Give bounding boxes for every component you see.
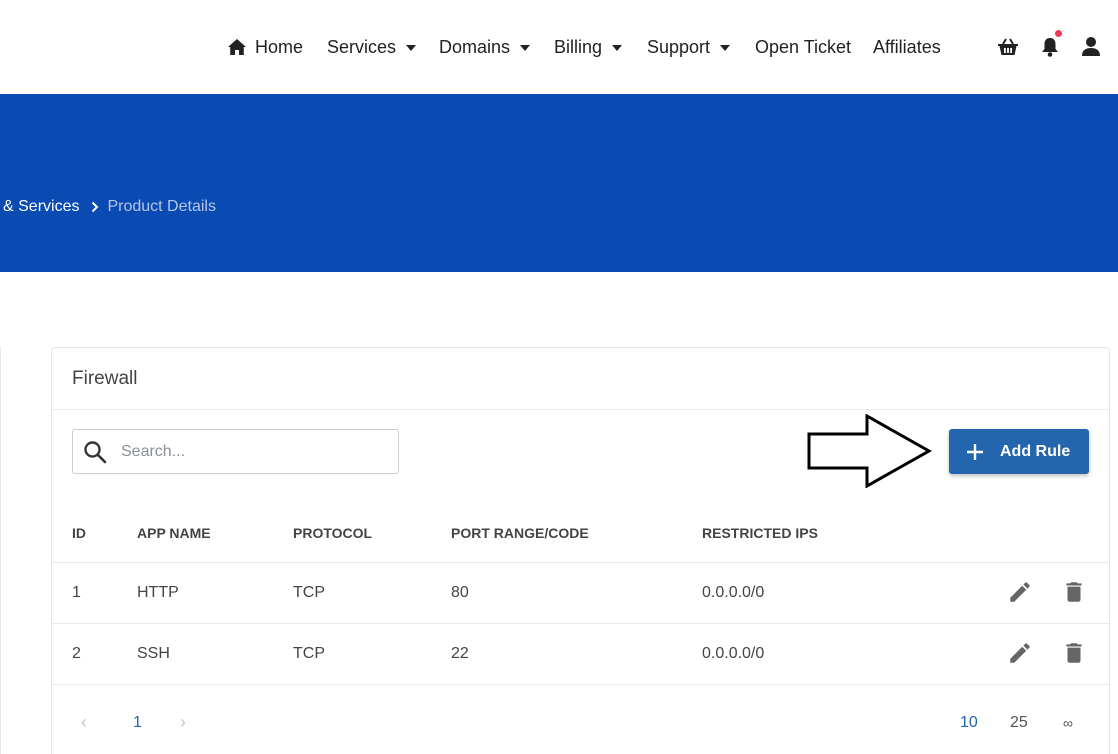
plus-icon: [967, 443, 983, 460]
chevron-right-icon: [92, 201, 99, 213]
cell-restricted-ips: 0.0.0.0/0: [702, 645, 765, 662]
top-navbar: Home Services Domains Billing Support Op…: [0, 0, 1118, 94]
nav-open-ticket[interactable]: Open Ticket: [755, 36, 851, 58]
cell-protocol: TCP: [293, 584, 325, 601]
next-page-icon[interactable]: ›: [180, 712, 186, 733]
add-rule-label: Add Rule: [1000, 442, 1071, 460]
chevron-down-icon: [720, 45, 731, 51]
cart-icon[interactable]: [997, 36, 1019, 58]
cell-port: 80: [451, 584, 469, 601]
user-icon[interactable]: [1081, 36, 1103, 58]
cell-app-name: HTTP: [137, 584, 179, 601]
card-title: Firewall: [72, 368, 138, 389]
home-icon: [228, 39, 246, 55]
main-menu: Home Services Domains Billing Support Op…: [0, 0, 1118, 94]
arrow-annotation-icon: [807, 414, 933, 488]
cell-port: 22: [451, 645, 469, 662]
search-box[interactable]: [72, 429, 399, 474]
chevron-down-icon: [406, 45, 417, 51]
page-number[interactable]: 1: [133, 714, 142, 732]
chevron-down-icon: [612, 45, 623, 51]
table-row: 2 SSH TCP 22 0.0.0.0/0: [52, 624, 1109, 685]
trash-icon[interactable]: [1061, 640, 1087, 666]
column-header-restricted-ips[interactable]: RESTRICTED IPS: [702, 525, 818, 541]
column-header-protocol[interactable]: PROTOCOL: [293, 525, 372, 541]
page-size-option[interactable]: ∞: [1063, 715, 1073, 731]
nav-home[interactable]: Home: [227, 36, 303, 58]
cell-protocol: TCP: [293, 645, 325, 662]
breadcrumb-current: Product Details: [107, 198, 216, 215]
nav-affiliates[interactable]: Affiliates: [873, 36, 941, 58]
cell-id: 1: [72, 584, 81, 601]
cell-app-name: SSH: [137, 645, 170, 662]
edit-icon[interactable]: [1007, 640, 1033, 666]
search-icon: [84, 440, 107, 463]
firewall-card: Firewall Add Rule ID APP NAME PROTOCOL P…: [51, 347, 1110, 754]
sidebar-edge: [0, 347, 1, 754]
divider: [52, 409, 1109, 410]
nav-open-ticket-label: Open Ticket: [755, 36, 852, 57]
edit-icon[interactable]: [1007, 579, 1033, 605]
page-size-option[interactable]: 25: [1010, 714, 1028, 732]
nav-affiliates-label: Affiliates: [873, 36, 941, 57]
column-header-port-range[interactable]: PORT RANGE/CODE: [451, 525, 589, 541]
nav-billing-label: Billing: [554, 36, 603, 57]
add-rule-button[interactable]: Add Rule: [949, 429, 1089, 474]
cell-id: 2: [72, 645, 81, 662]
column-header-id[interactable]: ID: [72, 525, 86, 541]
search-input[interactable]: [121, 442, 381, 461]
nav-support[interactable]: Support: [647, 36, 731, 58]
cell-restricted-ips: 0.0.0.0/0: [702, 584, 765, 601]
nav-home-label: Home: [255, 36, 304, 57]
nav-domains-label: Domains: [439, 36, 511, 57]
nav-support-label: Support: [647, 36, 711, 57]
nav-services-label: Services: [327, 36, 397, 57]
breadcrumb-parent[interactable]: & Services: [3, 198, 79, 216]
page-size-option[interactable]: 10: [960, 714, 978, 732]
page-header-band: & Services Product Details: [0, 94, 1118, 272]
pagination: ‹ 1 › 10 25 ∞: [52, 692, 1109, 752]
notification-dot: [1055, 30, 1062, 37]
bell-icon[interactable]: [1040, 30, 1062, 58]
prev-page-icon[interactable]: ‹: [81, 712, 87, 733]
column-header-app-name[interactable]: APP NAME: [137, 525, 211, 541]
chevron-down-icon: [520, 45, 531, 51]
nav-billing[interactable]: Billing: [554, 36, 623, 58]
nav-domains[interactable]: Domains: [439, 36, 531, 58]
table-header: ID APP NAME PROTOCOL PORT RANGE/CODE RES…: [52, 503, 1109, 563]
breadcrumb: & Services Product Details: [3, 198, 216, 216]
nav-services[interactable]: Services: [327, 36, 417, 58]
table-row: 1 HTTP TCP 80 0.0.0.0/0: [52, 563, 1109, 624]
trash-icon[interactable]: [1061, 579, 1087, 605]
